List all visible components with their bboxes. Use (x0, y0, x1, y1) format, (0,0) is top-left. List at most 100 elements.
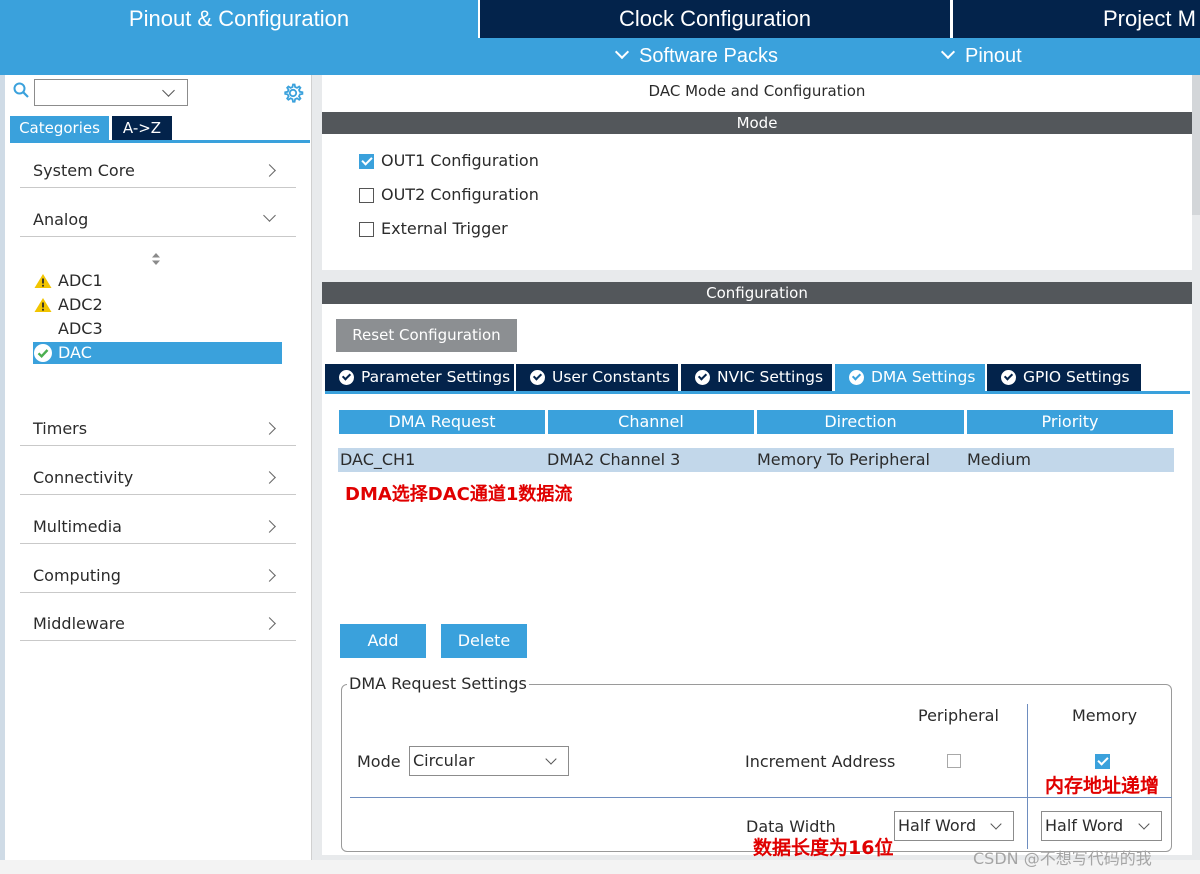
table-row[interactable] (338, 448, 1174, 472)
chevron-down-icon (940, 44, 956, 60)
category-label: Connectivity (33, 468, 134, 487)
chevron-down-icon (263, 209, 276, 222)
external-trigger-label: External Trigger (381, 219, 508, 238)
mode-header: Mode (322, 112, 1192, 134)
software-packs-menu[interactable]: Software Packs (614, 38, 778, 75)
category-system-core[interactable]: System Core (20, 158, 296, 188)
delete-button[interactable]: Delete (441, 624, 527, 658)
reset-configuration-button[interactable]: Reset Configuration (336, 319, 517, 352)
analog-item-label: ADC1 (58, 271, 103, 290)
pinout-label: Pinout (965, 45, 1022, 67)
chevron-right-icon (263, 617, 276, 630)
tab-categories[interactable]: Categories (10, 116, 109, 140)
analog-item-label: DAC (58, 343, 92, 362)
category-label: System Core (33, 161, 135, 180)
column-header-direction[interactable]: Direction (757, 410, 964, 434)
tab-a-to-z[interactable]: A->Z (112, 116, 172, 140)
check-circle-icon (34, 344, 52, 362)
category-timers[interactable]: Timers (20, 416, 296, 446)
category-tabs: Categories A->Z (10, 116, 310, 142)
check-circle-icon (695, 370, 710, 385)
memory-data-width-select[interactable]: Half Word (1041, 811, 1162, 841)
category-computing[interactable]: Computing (20, 563, 296, 593)
category-multimedia[interactable]: Multimedia (20, 514, 296, 544)
analog-item-adc1[interactable]: ADC1 (33, 270, 282, 292)
category-middleware[interactable]: Middleware (20, 611, 296, 641)
external-trigger-checkbox[interactable] (359, 222, 374, 237)
table-cell: DMA2 Channel 3 (547, 450, 681, 469)
top-nav-bar: Pinout & Configuration Clock Configurati… (0, 0, 1200, 38)
chevron-right-icon (263, 422, 276, 435)
tab-dma-settings[interactable]: DMA Settings (835, 364, 985, 391)
increment-address-label: Increment Address (745, 752, 896, 771)
annotation-data-width: 数据长度为16位 (753, 837, 894, 859)
gear-icon[interactable] (282, 82, 304, 104)
category-label: Computing (33, 566, 121, 585)
analog-item-dac[interactable]: DAC (33, 342, 282, 364)
table-cell: DAC_CH1 (340, 450, 416, 469)
panel-frame (0, 75, 5, 860)
peripheral-data-width-select[interactable]: Half Word (894, 811, 1014, 841)
mode-label: Mode (357, 752, 401, 771)
out1-label: OUT1 Configuration (381, 151, 539, 170)
analog-item-adc2[interactable]: ADC2 (33, 294, 282, 316)
tab-underline (10, 140, 310, 143)
warning-icon (34, 298, 52, 312)
check-circle-icon (339, 370, 354, 385)
mode-select-value: Circular (413, 751, 475, 770)
column-header-priority[interactable]: Priority (967, 410, 1173, 434)
annotation-memory-increment: 内存地址递增 (1045, 775, 1160, 797)
out1-checkbox[interactable] (359, 154, 374, 169)
chevron-right-icon (263, 569, 276, 582)
add-button[interactable]: Add (340, 624, 426, 658)
tab-gpio-settings[interactable]: GPIO Settings (987, 364, 1141, 391)
tab-label: User Constants (552, 368, 671, 386)
check-circle-icon (530, 370, 545, 385)
category-analog[interactable]: Analog (20, 207, 296, 237)
category-connectivity[interactable]: Connectivity (20, 465, 296, 495)
configuration-header: Configuration (322, 282, 1192, 304)
peripheral-data-width-value: Half Word (898, 816, 977, 835)
tab-clock-configuration[interactable]: Clock Configuration (480, 0, 950, 38)
scrollbar[interactable] (1192, 75, 1200, 215)
tab-underline (325, 391, 1190, 394)
column-header-dma-request[interactable]: DMA Request (339, 410, 545, 434)
analog-item-label: ADC3 (58, 319, 103, 338)
category-label: Multimedia (33, 517, 122, 536)
memory-data-width-value: Half Word (1045, 816, 1124, 835)
tab-pinout-configuration[interactable]: Pinout & Configuration (0, 0, 478, 38)
analog-item-adc3[interactable]: ADC3 (33, 318, 282, 340)
mode-panel (322, 75, 1192, 270)
mode-select[interactable]: Circular (409, 746, 569, 776)
pinout-menu[interactable]: Pinout (940, 38, 1022, 75)
table-cell: Medium (967, 450, 1031, 469)
software-packs-label: Software Packs (639, 45, 778, 67)
column-header-channel[interactable]: Channel (548, 410, 754, 434)
tab-label: Parameter Settings (361, 368, 511, 386)
chevron-down-icon (990, 818, 1002, 830)
tab-parameter-settings[interactable]: Parameter Settings (325, 364, 514, 391)
tab-label: NVIC Settings (717, 368, 824, 386)
tab-project-manager[interactable]: Project M (953, 0, 1200, 38)
tab-label: GPIO Settings (1023, 368, 1130, 386)
table-cell: Memory To Peripheral (757, 450, 930, 469)
mode-title: DAC Mode and Configuration (648, 82, 866, 100)
category-label: Timers (33, 419, 88, 438)
category-label: Middleware (33, 614, 125, 633)
out2-label: OUT2 Configuration (381, 185, 539, 204)
analog-item-label: ADC2 (58, 295, 103, 314)
sort-icon[interactable] (150, 251, 162, 267)
check-circle-icon (1001, 370, 1016, 385)
tab-user-constants[interactable]: User Constants (516, 364, 678, 391)
peripheral-increment-checkbox[interactable] (947, 754, 961, 768)
memory-increment-checkbox[interactable] (1095, 754, 1110, 769)
out2-checkbox[interactable] (359, 188, 374, 203)
check-circle-icon (849, 370, 864, 385)
tab-nvic-settings[interactable]: NVIC Settings (681, 364, 832, 391)
configuration-tabs: Parameter Settings User Constants NVIC S… (325, 364, 1190, 392)
category-label: Analog (33, 210, 89, 229)
warning-icon (34, 274, 52, 288)
sub-nav-bar: Software Packs Pinout (0, 38, 1200, 75)
search-icon[interactable] (13, 82, 29, 98)
watermark: CSDN @不想写代码的我 (973, 849, 1152, 868)
